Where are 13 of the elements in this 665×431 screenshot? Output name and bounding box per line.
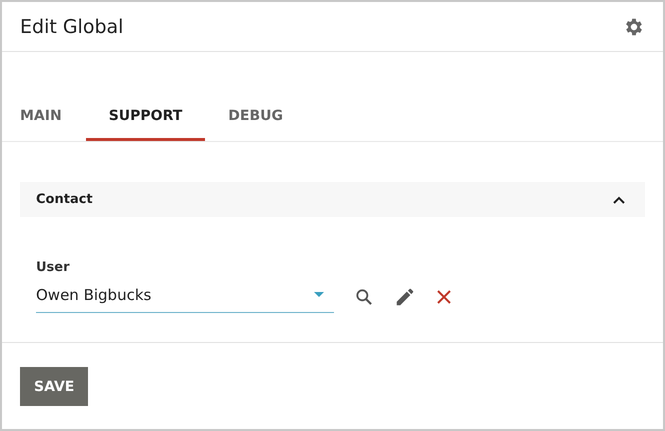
tab[interactable]: DEBUG: [205, 108, 306, 141]
section-header[interactable]: Contact: [20, 182, 645, 217]
close-icon[interactable]: [436, 289, 452, 305]
pencil-icon[interactable]: [394, 286, 416, 308]
search-icon[interactable]: [354, 287, 374, 307]
field-label: User: [36, 260, 71, 275]
user-dropdown[interactable]: Owen Bigbucks: [36, 281, 334, 313]
caret-icon: [314, 292, 324, 297]
tab[interactable]: SUPPORT: [86, 108, 206, 141]
tab[interactable]: MAIN: [2, 108, 86, 141]
save-button[interactable]: SAVE: [20, 367, 88, 406]
window-title: Edit Global: [20, 16, 124, 38]
chevron-icon: [613, 196, 625, 204]
